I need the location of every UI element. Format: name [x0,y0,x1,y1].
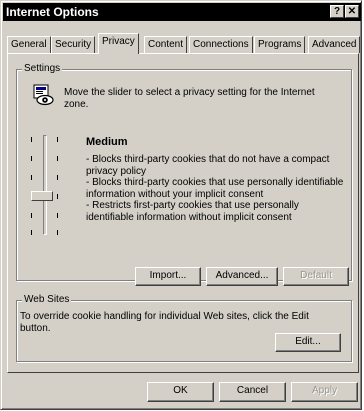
slider-tick [31,137,32,142]
tab-advanced[interactable]: Advanced [308,36,361,53]
tab-programs[interactable]: Programs [254,36,306,53]
description-line: - Blocks third-party cookies that use pe… [86,177,344,200]
description-line: - Blocks third-party cookies that do not… [86,154,330,177]
help-button[interactable]: ? [330,5,344,18]
apply-button: Apply [291,382,358,402]
slider-thumb[interactable] [31,191,53,201]
tab-strip: General Security Privacy Content Connect… [7,33,361,54]
internet-options-window: Internet Options ? ✕ General Security Pr… [0,0,362,410]
privacy-level-title: Medium [86,136,128,148]
slider-tick [57,156,58,161]
tab-privacy[interactable]: Privacy [98,33,139,54]
privacy-eye-icon [33,84,54,106]
import-button[interactable]: Import... [135,267,201,286]
tab-general[interactable]: General [7,36,51,53]
edit-button[interactable]: Edit... [275,333,341,352]
help-icon: ? [333,6,341,17]
slider-tick [57,194,58,199]
slider-instructions: Move the slider to select a privacy sett… [64,87,315,110]
advanced-button[interactable]: Advanced... [206,267,278,286]
privacy-level-description: - Blocks third-party cookies that do not… [86,154,348,223]
tab-connections[interactable]: Connections [189,36,253,53]
close-button[interactable]: ✕ [345,5,359,18]
web-sites-instructions: To override cookie handling for individu… [20,311,309,334]
slider-tick [31,213,32,218]
slider-tick [57,213,58,218]
cancel-button[interactable]: Cancel [219,382,286,402]
close-icon: ✕ [347,6,357,17]
privacy-level-slider[interactable] [26,135,66,235]
settings-group-title: Settings [22,63,63,75]
description-line: - Restricts first-party cookies that use… [86,200,299,223]
web-sites-group-title: Web Sites [22,294,72,306]
slider-tick [57,137,58,142]
privacy-panel: Settings Move the slider to select a pri… [7,53,359,373]
ok-button[interactable]: OK [147,382,214,402]
slider-track [43,135,47,235]
window-title: Internet Options [6,5,99,19]
slider-tick [57,230,58,235]
slider-tick [31,156,32,161]
title-bar[interactable]: Internet Options ? ✕ [3,3,361,21]
slider-tick [31,230,32,235]
slider-tick [57,175,58,180]
settings-group: Settings Move the slider to select a pri… [16,63,352,286]
default-button: Default [283,267,349,286]
tab-security[interactable]: Security [51,36,96,53]
tab-content[interactable]: Content [144,36,188,53]
slider-tick [31,175,32,180]
